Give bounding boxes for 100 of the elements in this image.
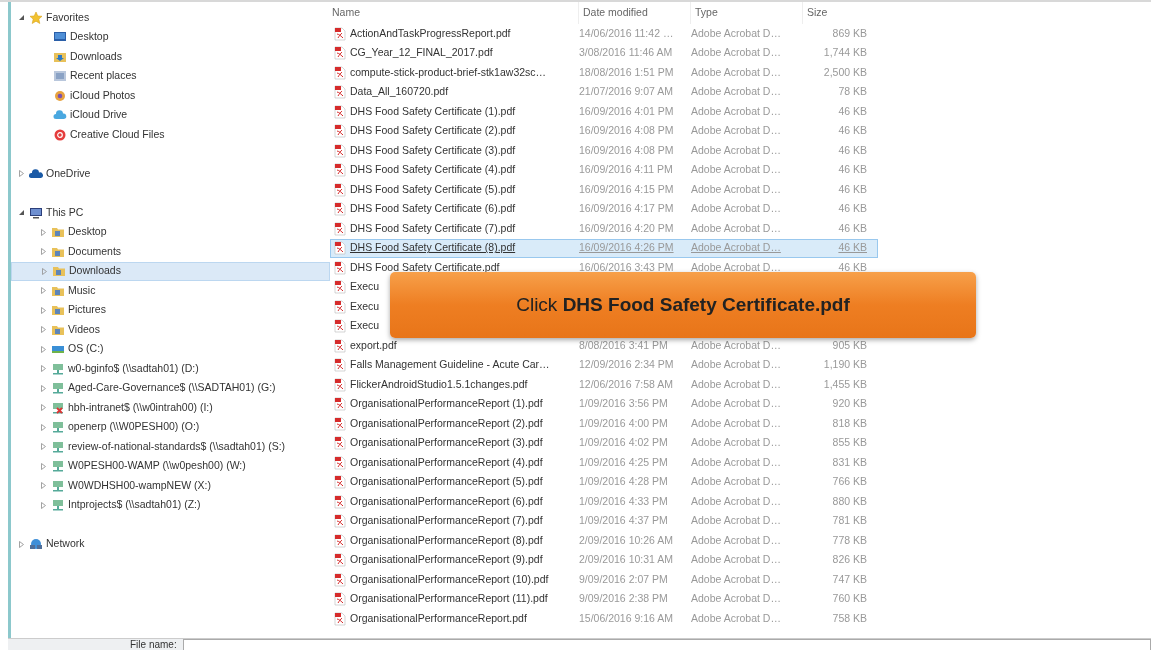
file-name: export.pdf (350, 337, 397, 353)
date-modified: 16/09/2016 4:15 PM (579, 182, 674, 195)
file-name: OrganisationalPerformanceReport (8).pdf (350, 532, 543, 548)
file-type: Adobe Acrobat D… (691, 436, 781, 449)
file-type: Adobe Acrobat D… (691, 397, 781, 410)
file-size: 826 KB (832, 553, 867, 566)
date-modified: 1/09/2016 4:02 PM (579, 436, 668, 449)
date-modified: 16/06/2016 3:43 PM (579, 260, 674, 273)
date-modified: 3/08/2016 11:46 AM (579, 46, 673, 59)
file-type: Adobe Acrobat D… (691, 182, 781, 195)
file-size: 869 KB (832, 26, 867, 39)
file-size: 1,190 KB (823, 358, 867, 371)
date-modified: 1/09/2016 4:33 PM (579, 494, 668, 507)
file-name: FlickerAndroidStudio1.5.1changes.pdf (350, 376, 528, 392)
date-modified: 16/09/2016 4:26 PM (579, 241, 674, 254)
date-modified: 12/06/2016 7:58 AM (579, 377, 673, 390)
file-size: 831 KB (832, 455, 867, 468)
file-name: DHS Food Safety Certificate (6).pdf (350, 201, 516, 217)
file-name: DHS Food Safety Certificate.pdf (350, 259, 500, 275)
date-modified: 16/09/2016 4:01 PM (579, 104, 674, 117)
file-name: OrganisationalPerformanceReport.pdf (350, 610, 527, 626)
file-name: Data_All_160720.pdf (350, 84, 449, 100)
file-type: Adobe Acrobat D… (691, 416, 781, 429)
file-name: DHS Food Safety Certificate (8).pdf (350, 240, 516, 256)
file-name: OrganisationalPerformanceReport (7).pdf (350, 513, 543, 529)
file-name: OrganisationalPerformanceReport (4).pdf (350, 454, 543, 470)
file-type: Adobe Acrobat D… (691, 572, 781, 585)
file-size: 758 KB (832, 611, 867, 624)
file-type: Adobe Acrobat D… (691, 494, 781, 507)
file-name: Execu (350, 318, 380, 334)
file-name: OrganisationalPerformanceReport (1).pdf (350, 396, 543, 412)
file-size: 766 KB (832, 475, 867, 488)
file-size: 46 KB (838, 221, 867, 234)
file-size: 46 KB (838, 182, 867, 195)
file-size: 880 KB (832, 494, 867, 507)
file-type: Adobe Acrobat D… (691, 143, 781, 156)
date-modified: 8/08/2016 3:41 PM (579, 338, 668, 351)
date-modified: 18/08/2016 1:51 PM (579, 65, 674, 78)
date-modified: 16/09/2016 4:08 PM (579, 143, 674, 156)
file-type: Adobe Acrobat D… (691, 611, 781, 624)
file-name: Execu (350, 298, 380, 314)
file-type: Adobe Acrobat D… (691, 26, 781, 39)
date-modified: 1/09/2016 4:37 PM (579, 514, 668, 527)
file-size: 46 KB (838, 202, 867, 215)
file-size: 920 KB (832, 397, 867, 410)
date-modified: 16/09/2016 4:08 PM (579, 124, 674, 137)
file-type: Adobe Acrobat D… (691, 377, 781, 390)
date-modified: 2/09/2016 10:26 AM (579, 533, 673, 546)
file-size: 46 KB (838, 163, 867, 176)
file-type: Adobe Acrobat D… (691, 455, 781, 468)
file-size: 46 KB (838, 104, 867, 117)
file-size: 1,455 KB (823, 377, 867, 390)
file-name: DHS Food Safety Certificate (4).pdf (350, 162, 516, 178)
date-modified: 14/06/2016 11:42 … (579, 26, 674, 39)
file-name: OrganisationalPerformanceReport (6).pdf (350, 493, 543, 509)
date-modified: 16/09/2016 4:17 PM (579, 202, 674, 215)
file-size: 760 KB (832, 592, 867, 605)
file-size: 778 KB (832, 533, 867, 546)
file-size: 855 KB (832, 436, 867, 449)
file-type: Adobe Acrobat D… (691, 124, 781, 137)
file-name: OrganisationalPerformanceReport (11).pdf (350, 591, 548, 607)
file-size: 905 KB (832, 338, 867, 351)
file-name: OrganisationalPerformanceReport (5).pdf (350, 474, 543, 490)
file-type: Adobe Acrobat D… (691, 338, 781, 351)
file-size: 46 KB (838, 241, 867, 254)
file-type: Adobe Acrobat D… (691, 46, 781, 59)
file-name: CG_Year_12_FINAL_2017.pdf (350, 45, 493, 61)
file-name: DHS Food Safety Certificate (5).pdf (350, 181, 516, 197)
file-name: OrganisationalPerformanceReport (3).pdf (350, 435, 543, 451)
file-size: 46 KB (838, 143, 867, 156)
file-type: Adobe Acrobat D… (691, 104, 781, 117)
date-modified: 21/07/2016 9:07 AM (579, 85, 673, 98)
date-modified: 12/09/2016 2:34 PM (579, 358, 674, 371)
date-modified: 15/06/2016 9:16 AM (579, 611, 673, 624)
file-type: Adobe Acrobat D… (691, 65, 781, 78)
file-type: Adobe Acrobat D… (691, 85, 781, 98)
date-modified: 1/09/2016 3:56 PM (579, 397, 668, 410)
file-name: OrganisationalPerformanceReport (9).pdf (350, 552, 543, 568)
file-name: Execu (350, 279, 380, 295)
file-name: DHS Food Safety Certificate (7).pdf (350, 220, 516, 236)
file-name: DHS Food Safety Certificate (2).pdf (350, 123, 516, 139)
file-type: Adobe Acrobat D… (691, 241, 781, 254)
date-modified: 16/09/2016 4:11 PM (579, 163, 673, 176)
date-modified: 1/09/2016 4:00 PM (579, 416, 668, 429)
file-type: Adobe Acrobat D… (691, 533, 781, 546)
file-size: 2,500 KB (823, 65, 867, 78)
file-type: Adobe Acrobat D… (691, 163, 781, 176)
file-size: 818 KB (832, 416, 867, 429)
file-name: Falls Management Guideline - Acute Car… (350, 357, 550, 373)
file-size: 46 KB (838, 260, 867, 273)
file-name-label: File name: (130, 639, 177, 650)
file-type: Adobe Acrobat D… (691, 553, 781, 566)
file-size: 46 KB (838, 124, 867, 137)
file-name: OrganisationalPerformanceReport (2).pdf (350, 415, 543, 431)
file-name: OrganisationalPerformanceReport (10).pdf (350, 571, 549, 587)
date-modified: 1/09/2016 4:25 PM (579, 455, 668, 468)
file-size: 78 KB (838, 85, 867, 98)
file-type: Adobe Acrobat D… (691, 592, 781, 605)
date-modified: 2/09/2016 10:31 AM (579, 553, 673, 566)
file-type: Adobe Acrobat D… (691, 221, 781, 234)
